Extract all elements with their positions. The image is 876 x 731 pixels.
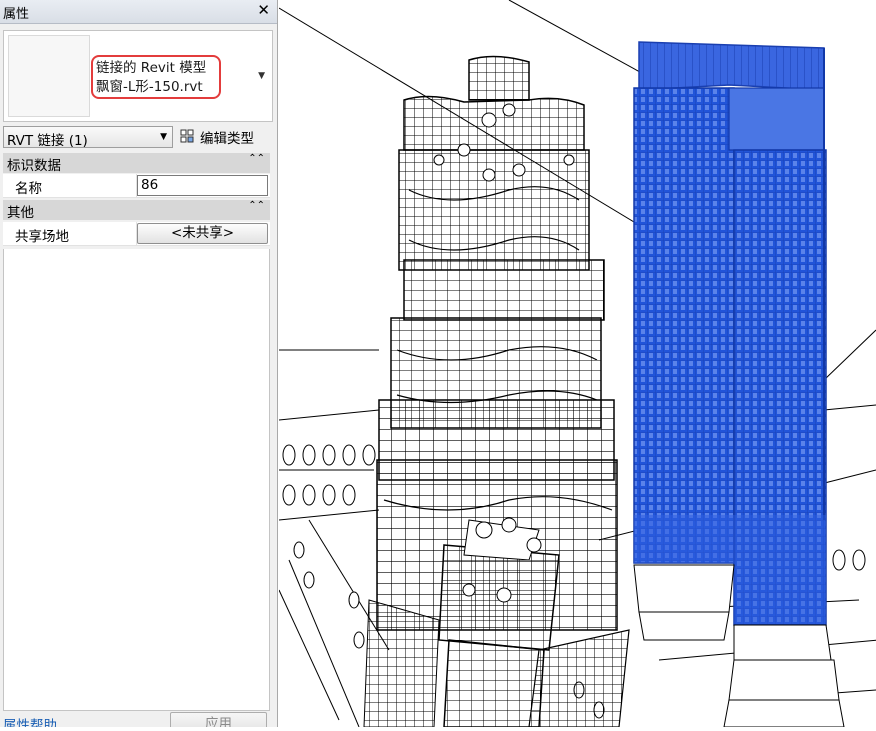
name-field[interactable]: 86 [137, 175, 268, 196]
section-identity-data[interactable]: 标识数据 ⌃⌃ [3, 153, 270, 174]
shared-site-button[interactable]: <未共享> [137, 223, 268, 244]
close-icon[interactable]: ✕ [257, 1, 270, 19]
collapse-icon[interactable]: ⌃⌃ [248, 153, 265, 164]
property-row-name: 名称 86 [3, 174, 270, 198]
property-grid-empty-area [3, 249, 270, 711]
type-selector[interactable]: 链接的 Revit 模型 飘窗-L形-150.rvt ▼ [3, 30, 273, 122]
type-family-label: 链接的 Revit 模型 [96, 60, 207, 76]
apply-button[interactable]: 应用 [170, 712, 267, 727]
collapse-icon[interactable]: ⌃⌃ [248, 200, 265, 211]
type-preview-thumbnail [8, 35, 90, 117]
property-key: 名称 [15, 181, 42, 197]
model-view-canvas[interactable] [278, 0, 876, 728]
edit-type-label: 编辑类型 [200, 131, 254, 147]
property-key: 共享场地 [15, 229, 69, 245]
section-label: 标识数据 [7, 158, 61, 174]
panel-titlebar[interactable]: 属性 ✕ [0, 0, 277, 24]
selected-linked-tower[interactable] [633, 41, 827, 626]
edit-type-icon [180, 129, 194, 143]
properties-panel: 属性 ✕ 链接的 Revit 模型 飘窗-L形-150.rvt ▼ RVT 链接… [0, 0, 278, 727]
instance-filter-dropdown[interactable]: RVT 链接 (1) ▼ [3, 126, 173, 149]
panel-title: 属性 [3, 7, 30, 22]
type-file-label: 飘窗-L形-150.rvt [96, 79, 203, 95]
section-label: 其他 [7, 205, 34, 221]
property-row-shared-site: 共享场地 <未共享> [3, 222, 270, 246]
chevron-down-icon: ▼ [160, 132, 167, 142]
type-name-highlight: 链接的 Revit 模型 飘窗-L形-150.rvt [91, 55, 221, 99]
properties-help-link[interactable]: 属性帮助 [3, 714, 57, 727]
3d-viewport[interactable] [278, 0, 876, 728]
instance-filter-value: RVT 链接 (1) [7, 133, 88, 149]
chevron-down-icon[interactable]: ▼ [258, 71, 265, 81]
section-other[interactable]: 其他 ⌃⌃ [3, 200, 270, 221]
